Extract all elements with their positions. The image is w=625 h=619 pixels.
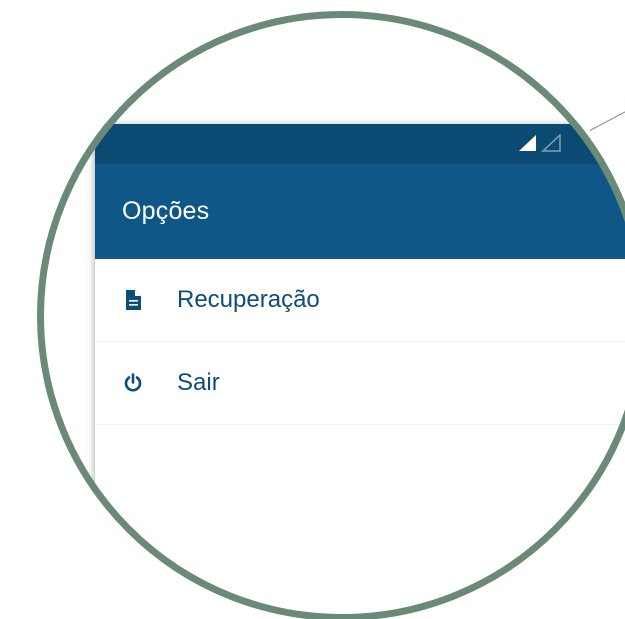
status-icons bbox=[517, 133, 561, 157]
app-screen: Opções Recuperação Sair bbox=[95, 124, 625, 619]
magnifier-lens: Opções Recuperação Sair bbox=[37, 11, 625, 619]
signal-icon bbox=[517, 134, 537, 157]
page-title: Opções bbox=[122, 197, 210, 225]
menu-item-label: Sair bbox=[177, 369, 220, 396]
menu-item-label: Recuperação bbox=[177, 286, 320, 313]
power-icon bbox=[123, 373, 143, 393]
document-icon bbox=[123, 290, 143, 310]
signal-empty-icon bbox=[541, 133, 561, 157]
magnifier-stage: Opções Recuperação Sair bbox=[0, 0, 625, 619]
status-bar bbox=[95, 124, 625, 164]
menu-item-sair[interactable]: Sair bbox=[95, 342, 625, 425]
app-bar: Opções bbox=[95, 164, 625, 259]
menu-item-recuperacao[interactable]: Recuperação bbox=[95, 259, 625, 342]
options-menu: Recuperação Sair bbox=[95, 259, 625, 425]
